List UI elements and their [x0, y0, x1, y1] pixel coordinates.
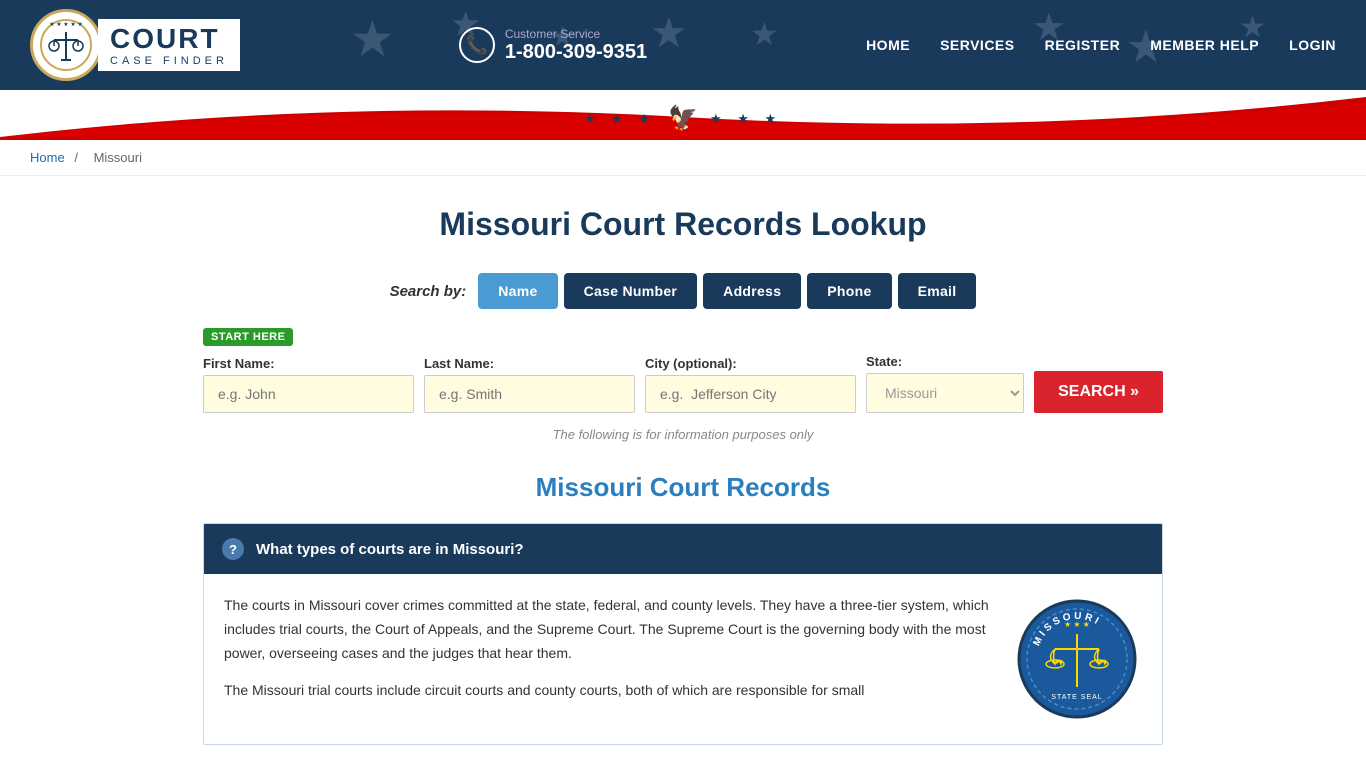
faq-question: What types of courts are in Missouri? [256, 541, 524, 558]
start-here-badge: START HERE [203, 328, 293, 346]
city-group: City (optional): [645, 356, 856, 413]
logo-area[interactable]: ★ ★ ★ ★ ★ COURT CASE FINDER [30, 9, 240, 81]
last-name-group: Last Name: [424, 356, 635, 413]
ribbon-stars-left: ★ ★ ★ [584, 111, 656, 127]
tab-address[interactable]: Address [703, 273, 801, 309]
faq-icon: ? [222, 538, 244, 560]
section-title: Missouri Court Records [203, 472, 1163, 503]
nav-member-help[interactable]: MEMBER HELP [1150, 37, 1259, 53]
main-nav: HOME SERVICES REGISTER MEMBER HELP LOGIN [866, 37, 1336, 53]
breadcrumb-separator: / [74, 150, 78, 165]
eagle-icon: 🦅 [668, 104, 698, 133]
faq-text: The courts in Missouri cover crimes comm… [224, 594, 992, 717]
faq-item: ? What types of courts are in Missouri? … [203, 523, 1163, 745]
svg-text:STATE SEAL: STATE SEAL [1051, 694, 1102, 701]
first-name-input[interactable] [203, 375, 414, 413]
ribbon-eagle: ★ ★ ★ 🦅 ★ ★ ★ [584, 104, 782, 137]
state-select[interactable]: Missouri Alabama Alaska Arizona Arkansas… [866, 373, 1024, 413]
page-title: Missouri Court Records Lookup [203, 206, 1163, 243]
search-by-label: Search by: [390, 283, 467, 300]
phone-icon: 📞 [459, 27, 495, 63]
search-button[interactable]: SEARCH » [1034, 371, 1163, 413]
faq-para-2: The Missouri trial courts include circui… [224, 679, 992, 703]
faq-para-1: The courts in Missouri cover crimes comm… [224, 594, 992, 665]
nav-register[interactable]: REGISTER [1045, 37, 1121, 53]
nav-services[interactable]: SERVICES [940, 37, 1015, 53]
city-input[interactable] [645, 375, 856, 413]
info-note: The following is for information purpose… [203, 427, 1163, 442]
tab-name[interactable]: Name [478, 273, 557, 309]
logo-text: COURT CASE FINDER [98, 19, 240, 71]
tab-case-number[interactable]: Case Number [564, 273, 698, 309]
tab-email[interactable]: Email [898, 273, 977, 309]
site-header: ★ ★ ★ ★ ★ ★ ★ ★ ★ ★ ★ ★ ★ COURT [0, 0, 1366, 90]
nav-home[interactable]: HOME [866, 37, 910, 53]
ribbon-area: ★ ★ ★ 🦅 ★ ★ ★ [0, 90, 1366, 140]
logo-court-label: COURT [110, 23, 228, 55]
svg-text:★ ★ ★ ★ ★: ★ ★ ★ ★ ★ [49, 21, 83, 28]
faq-seal: MISSOURI ★ ★ ★ STATE SEAL [1012, 594, 1142, 724]
breadcrumb-home[interactable]: Home [30, 150, 65, 165]
last-name-input[interactable] [424, 375, 635, 413]
city-label: City (optional): [645, 356, 856, 371]
state-group: State: Missouri Alabama Alaska Arizona A… [866, 354, 1024, 413]
faq-body: The courts in Missouri cover crimes comm… [204, 574, 1162, 744]
customer-service: 📞 Customer Service 1-800-309-9351 [459, 27, 647, 64]
breadcrumb-current: Missouri [94, 150, 142, 165]
first-name-group: First Name: [203, 356, 414, 413]
cs-phone: 1-800-309-9351 [505, 41, 647, 64]
first-name-label: First Name: [203, 356, 414, 371]
svg-text:★ ★ ★: ★ ★ ★ [1064, 620, 1090, 629]
breadcrumb: Home / Missouri [0, 140, 1366, 176]
logo-case-finder-label: CASE FINDER [110, 55, 228, 67]
ribbon-stars-right: ★ ★ ★ [710, 111, 782, 127]
form-row: First Name: Last Name: City (optional): … [203, 354, 1163, 413]
main-content: Missouri Court Records Lookup Search by:… [183, 176, 1183, 775]
nav-login[interactable]: LOGIN [1289, 37, 1336, 53]
state-label: State: [866, 354, 1024, 369]
search-form: START HERE First Name: Last Name: City (… [203, 327, 1163, 413]
cs-label: Customer Service [505, 27, 647, 41]
last-name-label: Last Name: [424, 356, 635, 371]
search-by-row: Search by: Name Case Number Address Phon… [203, 273, 1163, 309]
faq-header[interactable]: ? What types of courts are in Missouri? [204, 524, 1162, 574]
tab-phone[interactable]: Phone [807, 273, 891, 309]
logo-circle: ★ ★ ★ ★ ★ [30, 9, 102, 81]
